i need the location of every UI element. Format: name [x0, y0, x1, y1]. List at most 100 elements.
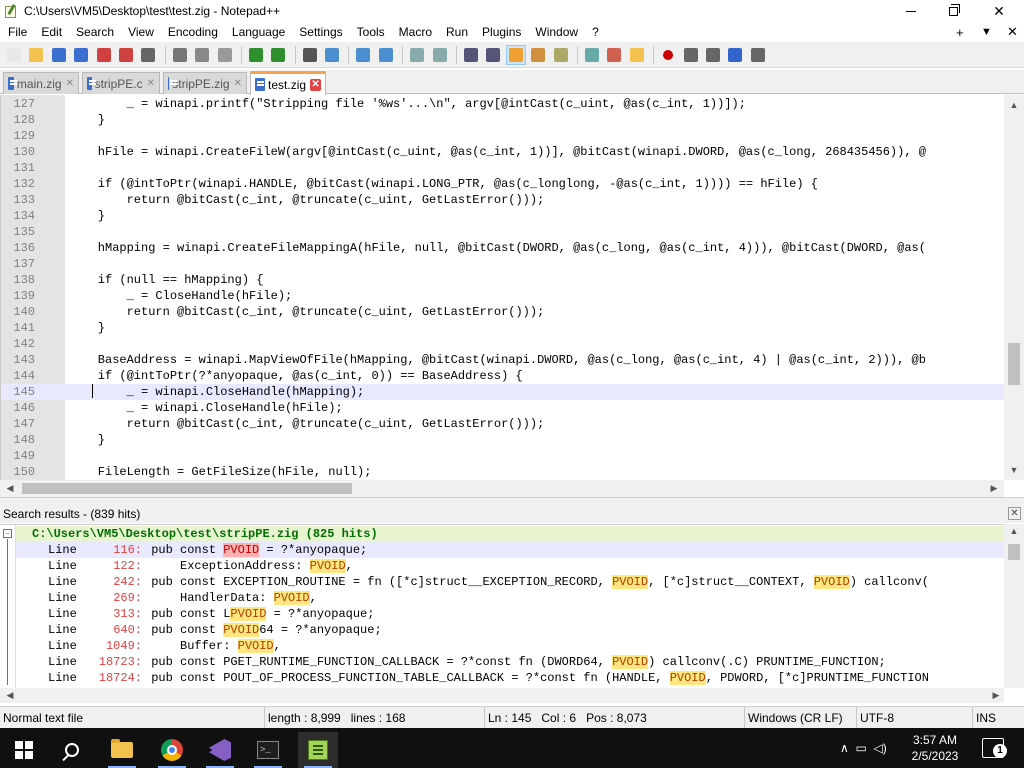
- indent-guide-button[interactable]: [505, 44, 526, 65]
- scroll-thumb[interactable]: [22, 483, 352, 494]
- find-button[interactable]: [300, 45, 320, 65]
- visual-studio-button[interactable]: [200, 732, 240, 768]
- tab-main-zig[interactable]: main.zig ✕: [3, 72, 79, 94]
- tab-close-icon[interactable]: ✕: [66, 78, 74, 90]
- zoom-out-button[interactable]: [376, 45, 396, 65]
- code-line[interactable]: 140 return @bitCast(c_int, @truncate(c_u…: [1, 304, 1005, 320]
- terminal-button[interactable]: >_: [248, 732, 288, 768]
- code-line[interactable]: 139 _ = CloseHandle(hFile);: [1, 288, 1005, 304]
- code-line[interactable]: 142: [1, 336, 1005, 352]
- search-result-row[interactable]: Line 269: HandlerData: PVOID,: [16, 590, 1004, 606]
- sync-vertical-button[interactable]: [407, 45, 427, 65]
- minimize-button[interactable]: [888, 0, 934, 22]
- code-line[interactable]: 149: [1, 448, 1005, 464]
- menu-item-settings[interactable]: Settings: [292, 22, 349, 42]
- taskbar-search-button[interactable]: [52, 732, 92, 768]
- user-lang-button[interactable]: [528, 45, 548, 65]
- code-editor[interactable]: 127 _ = winapi.printf("Stripping file '%…: [0, 95, 1024, 480]
- network-icon[interactable]: ▭: [855, 741, 866, 755]
- menu-item-edit[interactable]: Edit: [34, 22, 69, 42]
- new-tab-plus-button[interactable]: +: [956, 22, 964, 42]
- code-line[interactable]: 130 hFile = winapi.CreateFileW(argv[@int…: [1, 144, 1005, 160]
- menu-item-help[interactable]: ?: [585, 22, 606, 42]
- maximize-button[interactable]: [930, 0, 976, 22]
- undo-button[interactable]: [246, 45, 266, 65]
- scroll-left-icon[interactable]: ◀: [2, 688, 18, 703]
- menu-item-language[interactable]: Language: [225, 22, 292, 42]
- scroll-left-icon[interactable]: ◀: [2, 480, 18, 497]
- tab-list-dropdown-button[interactable]: ▼: [981, 22, 992, 42]
- print-button[interactable]: [138, 45, 158, 65]
- search-result-row[interactable]: Line 1049: Buffer: PVOID,: [16, 638, 1004, 654]
- monitoring-button[interactable]: [627, 45, 647, 65]
- tab-close-icon[interactable]: ✕: [234, 78, 242, 90]
- run-macro-multiple-button[interactable]: [725, 45, 745, 65]
- zoom-in-button[interactable]: [353, 45, 373, 65]
- results-vertical-scrollbar[interactable]: ▲: [1004, 524, 1024, 688]
- redo-button[interactable]: [268, 45, 288, 65]
- file-explorer-button[interactable]: [102, 732, 142, 768]
- menu-item-plugins[interactable]: Plugins: [475, 22, 528, 42]
- word-wrap-button[interactable]: [461, 45, 481, 65]
- code-line[interactable]: 133 return @bitCast(c_int, @truncate(c_u…: [1, 192, 1005, 208]
- save-button[interactable]: [49, 45, 69, 65]
- paste-button[interactable]: [215, 45, 235, 65]
- notepadpp-app-icon[interactable]: [4, 3, 18, 18]
- menu-item-view[interactable]: View: [121, 22, 161, 42]
- search-result-row[interactable]: Line 116: pub const PVOID = ?*anyopaque;: [16, 542, 1004, 558]
- record-macro-button[interactable]: [658, 45, 678, 65]
- new-file-button[interactable]: [4, 45, 24, 65]
- editor-vertical-scrollbar[interactable]: ▲ ▼: [1004, 95, 1024, 480]
- code-line[interactable]: 129: [1, 128, 1005, 144]
- scroll-down-icon[interactable]: ▼: [1004, 462, 1024, 478]
- editor-horizontal-scrollbar[interactable]: ◀ ▶: [0, 480, 1004, 497]
- code-line[interactable]: 132 if (@intToPtr(winapi.HANDLE, @bitCas…: [1, 176, 1005, 192]
- code-line[interactable]: 128 }: [1, 112, 1005, 128]
- search-result-row[interactable]: Line 242: pub const EXCEPTION_ROUTINE = f…: [16, 574, 1004, 590]
- code-line[interactable]: 138 if (null == hMapping) {: [1, 272, 1005, 288]
- tab-strippe-zig[interactable]: stripPE.zig ✕: [163, 72, 247, 94]
- panel-splitter[interactable]: [0, 497, 1024, 505]
- menu-item-encoding[interactable]: Encoding: [161, 22, 225, 42]
- search-result-file[interactable]: C:\Users\VM5\Desktop\test\stripPE.zig (8…: [16, 526, 1004, 542]
- close-document-button[interactable]: ✕: [1007, 22, 1018, 42]
- close-button[interactable]: [94, 45, 114, 65]
- search-results-panel[interactable]: − C:\Users\VM5\Desktop\test\stripPE.zig …: [0, 524, 1024, 688]
- menu-item-file[interactable]: File: [0, 22, 34, 42]
- menu-item-window[interactable]: Window: [528, 22, 585, 42]
- search-results-close-button[interactable]: ✕: [1008, 507, 1021, 520]
- code-line[interactable]: 137: [1, 256, 1005, 272]
- search-result-row[interactable]: Line 122: ExceptionAddress: PVOID,: [16, 558, 1004, 574]
- code-line[interactable]: 141 }: [1, 320, 1005, 336]
- menu-item-search[interactable]: Search: [69, 22, 121, 42]
- search-result-row[interactable]: Line 18724: pub const POUT_OF_PROCESS_FUN…: [16, 670, 1004, 686]
- scroll-right-icon[interactable]: ▶: [988, 688, 1004, 703]
- code-line[interactable]: 147 return @bitCast(c_int, @truncate(c_u…: [1, 416, 1005, 432]
- scroll-right-icon[interactable]: ▶: [986, 480, 1002, 497]
- volume-icon[interactable]: ◁): [873, 741, 886, 755]
- menu-item-tools[interactable]: Tools: [350, 22, 392, 42]
- play-macro-button[interactable]: [703, 45, 723, 65]
- save-macro-button[interactable]: [748, 45, 768, 65]
- menu-item-macro[interactable]: Macro: [392, 22, 439, 42]
- scroll-thumb[interactable]: [1008, 343, 1020, 385]
- code-line[interactable]: 143 BaseAddress = winapi.MapViewOfFile(h…: [1, 352, 1005, 368]
- tab-test-zig[interactable]: test.zig ✕: [250, 71, 326, 95]
- taskbar-clock[interactable]: 3:57 AM 2/5/2023: [905, 732, 965, 764]
- tab-close-icon[interactable]: ✕: [147, 78, 155, 90]
- scroll-up-icon[interactable]: ▲: [1004, 526, 1024, 536]
- stop-macro-button[interactable]: [681, 45, 701, 65]
- cut-button[interactable]: [170, 45, 190, 65]
- save-all-button[interactable]: [71, 45, 91, 65]
- menu-item-run[interactable]: Run: [439, 22, 475, 42]
- scroll-thumb[interactable]: [1008, 544, 1020, 560]
- code-line[interactable]: 146 _ = winapi.CloseHandle(hFile);: [1, 400, 1005, 416]
- function-list-button[interactable]: [582, 45, 602, 65]
- code-line[interactable]: 127 _ = winapi.printf("Stripping file '%…: [1, 96, 1005, 112]
- code-line[interactable]: 131: [1, 160, 1005, 176]
- chrome-button[interactable]: [152, 732, 192, 768]
- collapse-icon[interactable]: −: [3, 529, 12, 538]
- code-line[interactable]: 134 }: [1, 208, 1005, 224]
- chevron-up-icon[interactable]: ∧: [840, 741, 849, 755]
- code-line[interactable]: 148 }: [1, 432, 1005, 448]
